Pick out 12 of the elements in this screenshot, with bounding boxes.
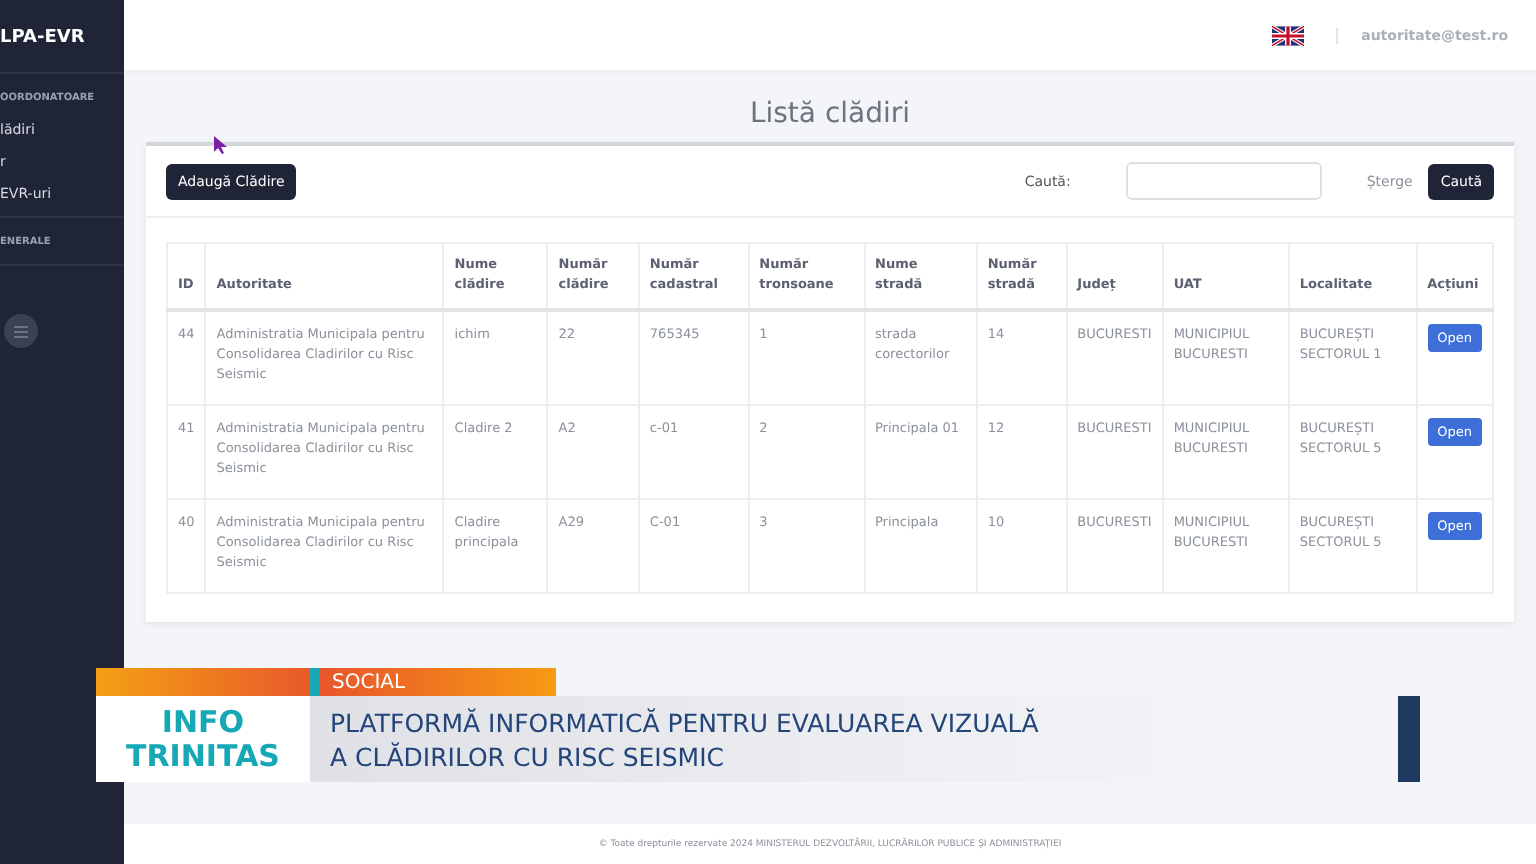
accent-bar	[1398, 696, 1420, 782]
logo-text: TRINITAS	[126, 739, 280, 773]
cursor-icon	[214, 136, 228, 154]
flag-icon[interactable]	[1271, 25, 1304, 45]
category-tag: SOCIAL	[310, 668, 556, 696]
search-field[interactable]	[1126, 162, 1323, 200]
headline-text: PLATFORMĂ INFORMATICĂ PENTRU EVALUAREA VIZUALĂ	[330, 705, 1041, 739]
menu-icon	[14, 325, 28, 337]
page-title: Listă clădiri	[749, 98, 911, 130]
menu-button[interactable]	[4, 314, 38, 348]
logo-text: INFO	[161, 705, 245, 739]
headline-text: A CLĂDIRILOR CU RISC SEISMIC	[330, 739, 726, 773]
